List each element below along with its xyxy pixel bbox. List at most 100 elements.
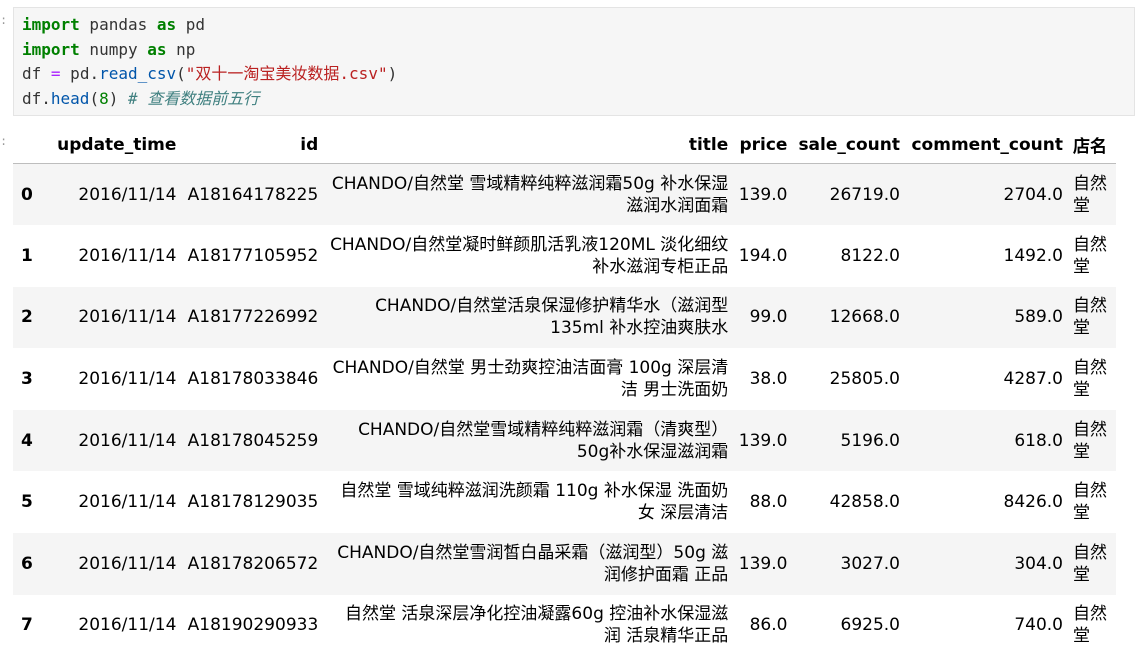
code-token: import [22,39,80,59]
cell-id: A18178033846 [187,369,319,390]
code-token: pandas [79,15,157,34]
table-row: 3 2016/11/14 A18178033846 CHANDO/自然堂 男士劲爽控油… [13,348,1116,410]
row-index: 1 [21,245,33,266]
cell-update-time: 2016/11/14 [78,245,177,266]
table-row: 6 2016/11/14 A18178206572 CHANDO/自然堂雪润皙白晶采霜… [13,533,1116,595]
cell-comment-count: 1492.0 [1003,245,1063,266]
cell-update-time: 2016/11/14 [78,184,177,205]
table-row: 1 2016/11/14 A18177105952 CHANDO/自然堂凝时鲜颜肌活乳… [13,225,1116,287]
code-token: head [50,88,90,108]
cell-title: CHANDO/自然堂凝时鲜颜肌活乳液120ML 淡化细纹补水滋润专柜正品 [330,234,729,277]
cell-id: A18178045259 [187,430,319,451]
code-line: df.head(8) # 查看数据前五行 [22,87,1134,112]
cell-sale-count: 5196.0 [840,430,900,451]
cell-comment-count: 8426.0 [1003,492,1063,513]
row-index: 6 [21,553,33,574]
cell-sale-count: 26719.0 [829,184,900,205]
notebook-cell: : import pandas as pd import numpy as np… [0,0,1135,667]
code-token: as [156,15,177,34]
cell-price: 139.0 [738,553,788,574]
cell-title: 自然堂 雪域纯粹滋润洗颜霜 110g 补水保湿 洗面奶女 深层清洁 [340,481,729,524]
cell-shop: 自然堂 [1073,481,1107,524]
row-index: 0 [21,184,33,205]
cell-id: A18177226992 [187,307,319,328]
code-token: ( [176,64,186,83]
cell-update-time: 2016/11/14 [78,553,177,574]
row-index: 7 [21,615,33,636]
cell-update-time: 2016/11/14 [78,369,177,390]
cell-comment-count: 589.0 [1014,307,1063,328]
dataframe-output-table: update_time id title price sale_count co… [13,126,1116,656]
code-token: as [147,39,167,59]
column-header-id: id [181,126,324,164]
code-token: # 查看数据前五行 [127,88,260,108]
cell-shop: 自然堂 [1073,604,1107,647]
cell-id: A18164178225 [187,184,319,205]
cell-id: A18178129035 [187,492,319,513]
cell-price: 139.0 [738,430,788,451]
code-token: import [22,15,80,34]
column-header-sale-count: sale_count [792,126,905,164]
row-index: 5 [21,492,33,513]
code-input-area[interactable]: import pandas as pd import numpy as np d… [13,7,1135,116]
cell-comment-count: 618.0 [1014,430,1063,451]
cell-title: 自然堂 活泉深层净化控油凝露60g 控油补水保湿滋润 活泉精华正品 [345,604,729,647]
cell-shop: 自然堂 [1073,542,1107,585]
cell-price: 86.0 [749,615,788,636]
column-header-comment-count: comment_count [904,126,1068,164]
cell-title: CHANDO/自然堂 雪域精粹纯粹滋润霜50g 补水保湿 滋润水润面霜 [331,173,729,216]
code-token: pd. [60,64,100,83]
column-header-title: title [323,126,734,164]
output-prompt-marker: : [0,135,8,149]
table-row: 0 2016/11/14 A18164178225 CHANDO/自然堂 雪域精粹纯粹… [13,163,1116,226]
code-token: np [166,39,196,59]
cell-shop: 自然堂 [1073,234,1107,277]
table-row: 2 2016/11/14 A18177226992 CHANDO/自然堂活泉保湿修护精… [13,286,1116,349]
cell-title: CHANDO/自然堂 男士劲爽控油洁面膏 100g 深层清洁 男士洗面奶 [332,358,729,401]
code-line: import pandas as pd [22,13,1134,38]
cell-price: 194.0 [738,245,788,266]
column-header-update-time: update_time [51,126,182,164]
code-token: numpy [79,39,148,59]
cell-update-time: 2016/11/14 [78,492,177,513]
input-prompt-marker: : [0,14,8,28]
cell-title: CHANDO/自然堂雪润皙白晶采霜（滋润型）50g 滋润修护面霜 正品 [337,542,729,585]
cell-update-time: 2016/11/14 [78,615,177,636]
table-header-row: update_time id title price sale_count co… [13,126,1116,164]
column-header-price: price [733,126,793,164]
column-header-index [13,126,51,164]
code-line: df = pd.read_csv("双十一淘宝美妆数据.csv") [22,62,1134,87]
cell-shop: 自然堂 [1073,173,1107,216]
code-token: ( [89,88,100,108]
code-line: import numpy as np [22,38,1134,63]
code-token: = [50,64,61,83]
cell-shop: 自然堂 [1073,419,1107,462]
cell-price: 99.0 [749,307,788,328]
code-token: ) [387,64,398,83]
cell-comment-count: 4287.0 [1003,369,1063,390]
cell-shop: 自然堂 [1073,358,1107,401]
cell-sale-count: 8122.0 [840,245,900,266]
row-index: 2 [21,307,33,328]
code-token: ) [108,88,128,108]
cell-title: CHANDO/自然堂活泉保湿修护精华水（滋润型135ml 补水控油爽肤水 [375,296,729,339]
cell-sale-count: 12668.0 [829,307,900,328]
table-row: 5 2016/11/14 A18178129035 自然堂 雪域纯粹滋润洗颜霜 110… [13,471,1116,533]
cell-update-time: 2016/11/14 [78,430,177,451]
column-header-shop: 店名 [1068,126,1116,164]
cell-price: 38.0 [749,369,788,390]
cell-title: CHANDO/自然堂雪域精粹纯粹滋润霜（清爽型）50g补水保湿滋润霜 [358,419,729,462]
cell-sale-count: 3027.0 [840,553,900,574]
cell-price: 139.0 [738,184,788,205]
cell-sale-count: 25805.0 [829,369,900,390]
cell-id: A18190290933 [187,615,319,636]
cell-price: 88.0 [749,492,788,513]
row-index: 3 [21,369,33,390]
cell-shop: 自然堂 [1073,296,1107,339]
code-token: read_csv [99,64,177,83]
table-row: 7 2016/11/14 A18190290933 自然堂 活泉深层净化控油凝露60g… [13,595,1116,657]
cell-sale-count: 6925.0 [840,615,900,636]
cell-comment-count: 2704.0 [1003,184,1063,205]
cell-id: A18177105952 [187,245,319,266]
cell-comment-count: 304.0 [1014,553,1063,574]
